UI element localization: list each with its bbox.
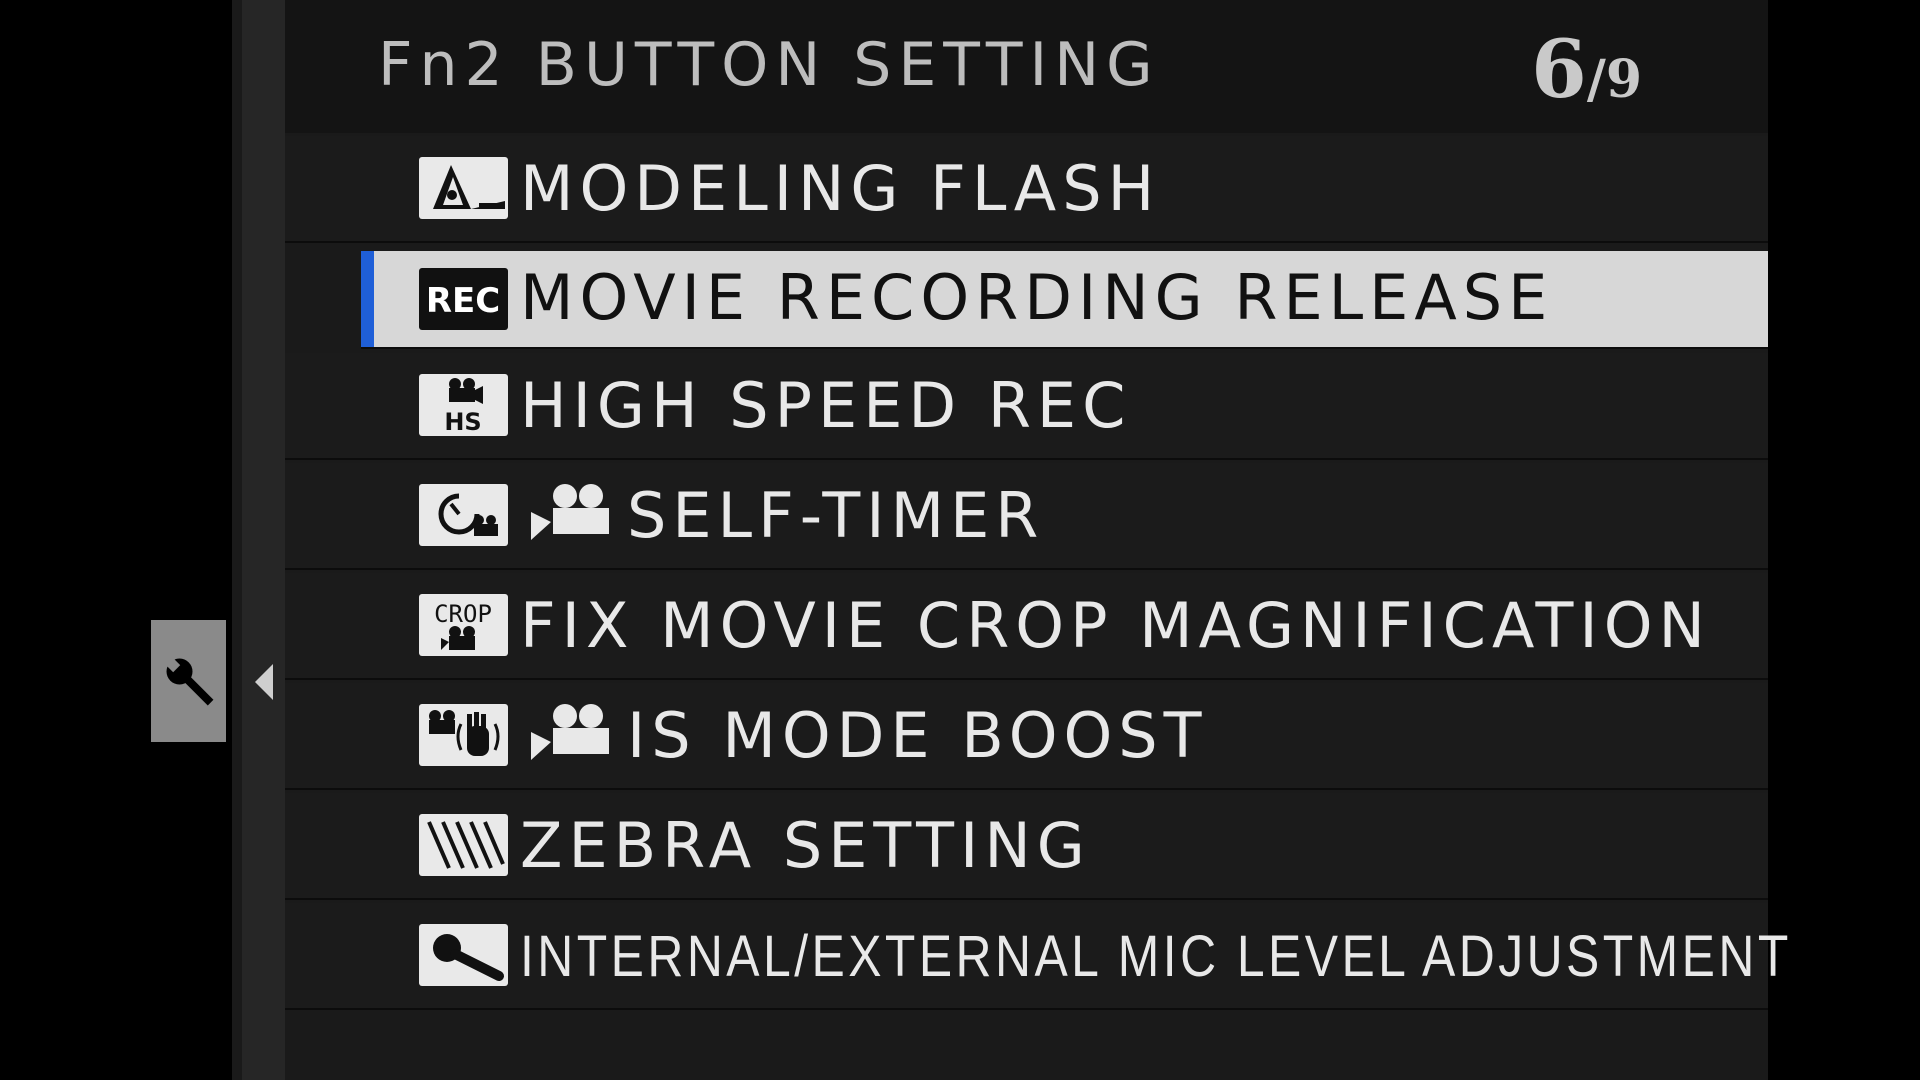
self-timer-icon: [419, 484, 508, 546]
menu-item-zebra-setting[interactable]: ZEBRA SETTING: [285, 793, 1768, 900]
page-title: Fn2 BUTTON SETTING: [378, 30, 1160, 100]
menu-panel: Fn2 BUTTON SETTING 6/9 MODELING FLASH RE…: [285, 0, 1788, 1080]
page-indicator: 6/9: [1531, 22, 1642, 116]
menu-item-modeling-flash[interactable]: MODELING FLASH: [285, 136, 1768, 243]
is-mode-icon: [419, 704, 508, 766]
menu-item-label: INTERNAL/EXTERNAL MIC LEVEL ADJUSTMENT: [520, 924, 1792, 989]
movie-camera-icon: [531, 484, 609, 540]
menu-item-label: MODELING FLASH: [520, 152, 1161, 225]
menu-list: MODELING FLASH REC MOVIE RECORDING RELEA…: [285, 136, 1788, 1013]
page-total: 9: [1605, 49, 1642, 110]
menu-item-fix-movie-crop[interactable]: CROP FIX MOVIE CROP MAGNIFICATION: [285, 573, 1768, 680]
menu-item-high-speed-rec[interactable]: HS HIGH SPEED REC: [285, 353, 1768, 460]
page-left-arrow-icon[interactable]: [255, 664, 273, 700]
svg-text:HS: HS: [444, 408, 481, 436]
menu-item-label: HIGH SPEED REC: [520, 369, 1132, 442]
rec-icon: REC: [419, 268, 508, 330]
menu-item-label: ZEBRA SETTING: [520, 809, 1091, 882]
high-speed-rec-icon: HS: [419, 374, 508, 436]
menu-item-label: IS MODE BOOST: [627, 699, 1208, 772]
movie-camera-icon: [531, 704, 609, 760]
side-strip-inner: [242, 0, 285, 1080]
modeling-flash-icon: [419, 157, 508, 219]
menu-item-label: FIX MOVIE CROP MAGNIFICATION: [520, 589, 1711, 662]
setup-tab[interactable]: [151, 620, 226, 742]
menu-item-label: MOVIE RECORDING RELEASE: [520, 261, 1554, 334]
crop-icon: CROP: [419, 594, 508, 656]
zebra-icon: [419, 814, 508, 876]
menu-item-mic-level-adjustment[interactable]: INTERNAL/EXTERNAL MIC LEVEL ADJUSTMENT: [285, 903, 1788, 1010]
page-current: 6: [1531, 22, 1587, 116]
menu-item-self-timer[interactable]: SELF-TIMER: [285, 463, 1768, 570]
wrench-icon: [163, 655, 214, 706]
menu-item-movie-recording-release[interactable]: REC MOVIE RECORDING RELEASE: [361, 251, 1768, 349]
microphone-icon: [419, 924, 508, 986]
menu-header: Fn2 BUTTON SETTING 6/9: [285, 0, 1768, 133]
selection-indicator: [361, 251, 374, 347]
menu-item-label: SELF-TIMER: [627, 479, 1045, 552]
menu-item-is-mode-boost[interactable]: IS MODE BOOST: [285, 683, 1768, 790]
svg-text:REC: REC: [426, 281, 500, 321]
page-separator: /: [1586, 49, 1606, 110]
svg-text:CROP: CROP: [434, 600, 492, 628]
